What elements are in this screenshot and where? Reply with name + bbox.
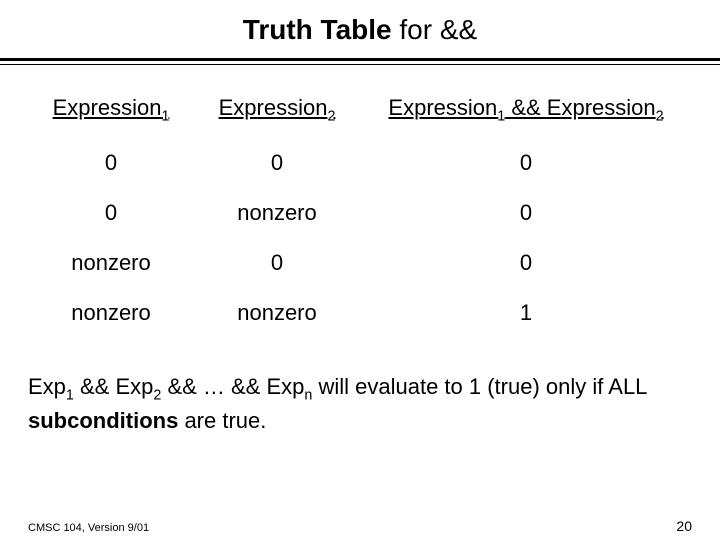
col-header-expr2: Expression2 [194,95,360,138]
hdr-sub2: 2 [656,108,664,124]
sum-and: && [74,374,116,399]
cell: 0 [194,138,360,188]
hdr-sub2: 2 [327,108,335,124]
cell: nonzero [28,238,194,288]
table-row: 0 0 0 [28,138,692,188]
sum-bold: subconditions [28,408,178,433]
sum-exp: Exp [266,374,304,399]
cell: 0 [360,188,692,238]
summary-text: Exp1 && Exp2 && … && Expn will evaluate … [28,372,692,435]
cell: 0 [28,188,194,238]
truth-table: Expression1 Expression2 Expression1 && E… [28,95,692,338]
footer-page-number: 20 [676,518,692,534]
hdr-sub1: 1 [497,108,505,124]
slide-title: Truth Table for && [0,14,720,46]
table-row: 0 nonzero 0 [28,188,692,238]
sum-exp: Exp [28,374,66,399]
sum-dots: && … && [161,374,266,399]
slide: Truth Table for && Expression1 Expressio… [0,14,720,554]
divider-thin [0,64,720,65]
cell: nonzero [28,288,194,338]
cell: 0 [28,138,194,188]
cell: 0 [360,238,692,288]
cell: 1 [360,288,692,338]
col-header-expr1: Expression1 [28,95,194,138]
divider-thick [0,58,720,61]
cell: nonzero [194,188,360,238]
table-row: nonzero nonzero 1 [28,288,692,338]
divider [0,58,720,65]
table-row: nonzero 0 0 [28,238,692,288]
hdr-and: && [505,95,547,120]
sum-exp: Exp [115,374,153,399]
footer-left: CMSC 104, Version 9/01 [28,522,149,534]
hdr-expr-text: Expression [219,95,328,120]
hdr-expr-text: Expression [547,95,656,120]
sum-tail: will evaluate to 1 (true) only if ALL [312,374,646,399]
hdr-expr-text: Expression [388,95,497,120]
sum-end: are true. [178,408,266,433]
hdr-expr-text: Expression [53,95,162,120]
table-header-row: Expression1 Expression2 Expression1 && E… [28,95,692,138]
hdr-sub1: 1 [161,108,169,124]
cell: 0 [360,138,692,188]
title-bold: Truth Table [243,14,392,45]
cell: nonzero [194,288,360,338]
sum-s1: 1 [66,388,74,404]
title-rest: for && [392,14,478,45]
col-header-result: Expression1 && Expression2 [360,95,692,138]
cell: 0 [194,238,360,288]
content-area: Expression1 Expression2 Expression1 && E… [0,95,720,436]
